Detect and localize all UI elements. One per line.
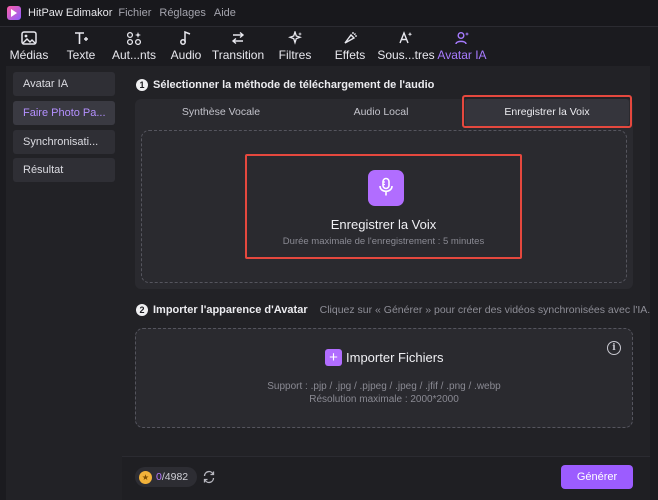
- avatar-icon: [451, 30, 473, 46]
- sidebar-item-avatar-ia[interactable]: Avatar IA: [13, 72, 115, 96]
- step1-heading: 1 Sélectionner la méthode de téléchargem…: [136, 79, 434, 91]
- filter-sparkle-icon: [284, 30, 306, 46]
- generate-button[interactable]: Générer: [561, 465, 633, 489]
- tool-label: Effets: [334, 48, 366, 62]
- tab-audio-local[interactable]: Audio Local: [301, 99, 461, 126]
- main-toolbar: Médias Texte Aut...nts Audio Transition …: [0, 26, 658, 66]
- tool-sous-titres[interactable]: Sous...tres: [377, 27, 435, 67]
- credits-badge: ★ 0 /4982: [135, 467, 197, 487]
- tool-label: Sous...tres: [377, 48, 435, 62]
- plus-icon: +: [325, 349, 342, 366]
- tool-label: Avatar IA: [437, 48, 487, 62]
- text-icon: [70, 30, 92, 46]
- import-files-button[interactable]: + Importer Fichiers: [325, 349, 444, 366]
- tool-label: Audio: [170, 48, 202, 62]
- subtitles-icon: [395, 30, 417, 46]
- tool-label: Aut...nts: [111, 48, 157, 62]
- tool-transition[interactable]: Transition: [210, 27, 266, 67]
- record-button[interactable]: [368, 170, 404, 206]
- sidebar-item-synchronisation[interactable]: Synchronisati...: [13, 130, 115, 154]
- sidebar-item-faire-photo[interactable]: Faire Photo Pa...: [13, 101, 115, 125]
- sidebar-item-resultat[interactable]: Résultat: [13, 158, 115, 182]
- tool-label: Texte: [66, 48, 96, 62]
- max-resolution: Résolution maximale : 2000*2000: [309, 394, 459, 405]
- step1-title: Sélectionner la méthode de téléchargemen…: [153, 79, 435, 91]
- step2-title: Importer l'apparence d'Avatar: [153, 304, 308, 316]
- tool-medias[interactable]: Médias: [6, 27, 52, 67]
- tool-texte[interactable]: Texte: [60, 27, 102, 67]
- tab-enregistrer-la-voix[interactable]: Enregistrer la Voix: [465, 99, 629, 126]
- supported-formats: Support : .pjp / .jpg / .pjpeg / .jpeg /…: [267, 381, 501, 392]
- effects-icon: [339, 30, 361, 46]
- refresh-icon[interactable]: [202, 470, 216, 484]
- music-note-icon: [175, 30, 197, 46]
- title-bar: HitPaw Edimakor Fichier Réglages Aide: [0, 0, 658, 26]
- menu-reglages[interactable]: Réglages: [159, 7, 205, 19]
- tool-filtres[interactable]: Filtres: [272, 27, 318, 67]
- record-duration-note: Durée maximale de l'enregistrement : 5 m…: [282, 236, 485, 247]
- menu-aide[interactable]: Aide: [214, 7, 236, 19]
- tool-label: Transition: [211, 48, 265, 62]
- menu-fichier[interactable]: Fichier: [118, 7, 151, 19]
- bottom-bar: ★ 0 /4982 Générer: [122, 456, 650, 500]
- microphone-icon: [377, 177, 395, 200]
- import-files-label: Importer Fichiers: [346, 350, 444, 365]
- step1-number: 1: [136, 79, 148, 91]
- tool-effets[interactable]: Effets: [328, 27, 372, 67]
- tool-label: Filtres: [278, 48, 312, 62]
- avatar-import-dropzone[interactable]: + Importer Fichiers Support : .pjp / .jp…: [135, 328, 633, 428]
- step2-hint: Cliquez sur « Générer » pour créer des v…: [319, 304, 651, 316]
- coin-icon: ★: [139, 470, 152, 484]
- tool-label: Médias: [9, 48, 49, 62]
- main-panel: 1 Sélectionner la méthode de téléchargem…: [122, 66, 650, 500]
- step2-heading: 2 Importer l'apparence d'Avatar Cliquez …: [136, 304, 650, 316]
- tool-autres[interactable]: Aut...nts: [108, 27, 160, 67]
- sparkle-grid-icon: [123, 30, 145, 46]
- tab-synthese-vocale[interactable]: Synthèse Vocale: [141, 99, 301, 126]
- record-title: Enregistrer la Voix: [330, 217, 437, 232]
- step2-number: 2: [136, 304, 148, 316]
- tool-audio[interactable]: Audio: [166, 27, 206, 67]
- right-edge: [650, 66, 658, 500]
- app-logo-icon: [7, 6, 21, 20]
- record-voice-panel[interactable]: Enregistrer la Voix Durée maximale de l'…: [245, 154, 522, 259]
- credits-total: /4982: [161, 471, 189, 483]
- tool-avatar-ia[interactable]: Avatar IA: [436, 27, 488, 67]
- app-title: HitPaw Edimakor: [28, 7, 113, 19]
- transition-arrows-icon: [227, 30, 249, 46]
- sidebar: Avatar IA Faire Photo Pa... Synchronisat…: [6, 66, 122, 500]
- info-icon[interactable]: i: [607, 341, 621, 355]
- image-icon: [18, 30, 40, 46]
